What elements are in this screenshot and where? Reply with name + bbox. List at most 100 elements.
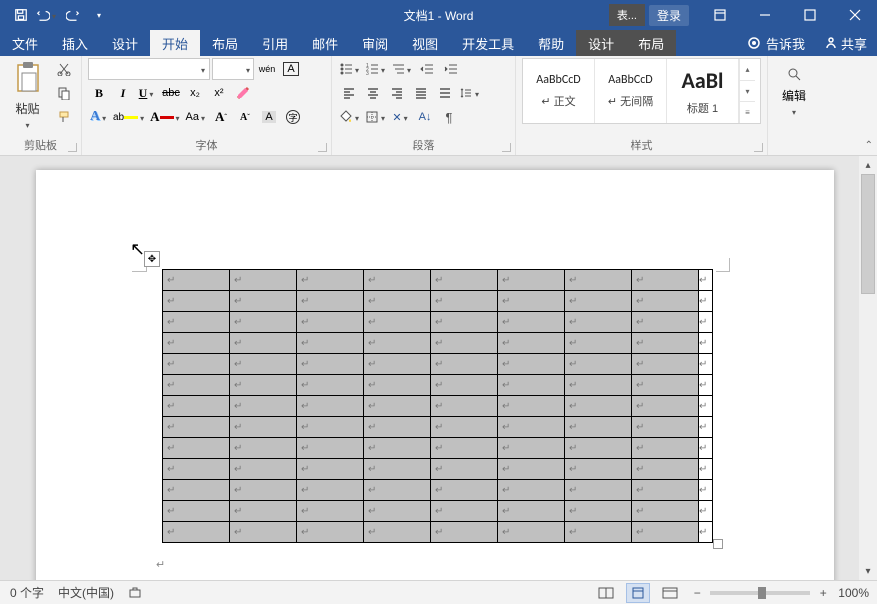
- align-left-button[interactable]: [338, 82, 360, 104]
- cut-button[interactable]: [53, 58, 75, 80]
- table-cell[interactable]: ↵: [431, 480, 498, 501]
- table-cell[interactable]: ↵: [297, 270, 364, 291]
- table-cell[interactable]: ↵: [297, 354, 364, 375]
- table-cell[interactable]: ↵: [364, 501, 431, 522]
- table-cell[interactable]: ↵: [431, 375, 498, 396]
- table-cell[interactable]: ↵: [431, 417, 498, 438]
- web-layout-button[interactable]: [658, 583, 682, 603]
- table-cell[interactable]: ↵: [431, 501, 498, 522]
- font-name-select[interactable]: [88, 58, 210, 80]
- share-button[interactable]: 共享: [815, 30, 877, 56]
- table-cell[interactable]: ↵: [230, 333, 297, 354]
- scroll-up-button[interactable]: ▴: [859, 156, 877, 174]
- table-cell[interactable]: ↵: [431, 459, 498, 480]
- maximize-button[interactable]: [787, 0, 832, 30]
- scroll-down-button[interactable]: ▾: [859, 562, 877, 580]
- table-cell[interactable]: ↵: [364, 438, 431, 459]
- table-cell[interactable]: ↵: [565, 333, 632, 354]
- table-cell[interactable]: ↵: [565, 501, 632, 522]
- table-cell[interactable]: ↵: [565, 270, 632, 291]
- zoom-level[interactable]: 100%: [838, 586, 869, 600]
- table-cell[interactable]: ↵: [498, 312, 565, 333]
- table-cell[interactable]: ↵: [297, 522, 364, 543]
- qat-customize-button[interactable]: ▾: [86, 1, 112, 29]
- scroll-thumb[interactable]: [861, 174, 875, 294]
- word-count[interactable]: 0 个字: [10, 584, 44, 601]
- print-layout-button[interactable]: [626, 583, 650, 603]
- table-cell[interactable]: ↵: [632, 459, 699, 480]
- table-cell[interactable]: ↵: [565, 438, 632, 459]
- table-cell[interactable]: ↵: [297, 417, 364, 438]
- align-right-button[interactable]: [386, 82, 408, 104]
- table-cell[interactable]: ↵: [565, 522, 632, 543]
- shrink-font-button[interactable]: Aˇ: [234, 106, 256, 128]
- shading-button[interactable]: [338, 106, 362, 128]
- table-cell[interactable]: ↵: [297, 333, 364, 354]
- styles-scroll-down[interactable]: ▾: [739, 80, 755, 102]
- bullets-button[interactable]: [338, 58, 362, 80]
- table-cell[interactable]: ↵: [498, 459, 565, 480]
- find-button[interactable]: [783, 65, 805, 83]
- table-cell[interactable]: ↵: [297, 312, 364, 333]
- zoom-slider-thumb[interactable]: [758, 587, 766, 599]
- italic-button[interactable]: I: [112, 82, 134, 104]
- zoom-out-button[interactable]: −: [690, 586, 704, 600]
- styles-expand[interactable]: ≡: [739, 101, 755, 123]
- table-cell[interactable]: ↵: [297, 396, 364, 417]
- table-cell[interactable]: ↵: [230, 270, 297, 291]
- table-cell[interactable]: ↵: [230, 354, 297, 375]
- table-cell[interactable]: ↵: [565, 291, 632, 312]
- style-item-heading1[interactable]: AaBl 标题 1: [667, 59, 739, 123]
- table-cell[interactable]: ↵: [364, 333, 431, 354]
- vertical-scrollbar[interactable]: ▴ ▾: [859, 156, 877, 580]
- table-cell[interactable]: ↵: [498, 333, 565, 354]
- table-cell[interactable]: ↵: [297, 438, 364, 459]
- redo-button[interactable]: [60, 1, 86, 29]
- table-cell[interactable]: ↵: [297, 375, 364, 396]
- table-cell[interactable]: ↵: [632, 375, 699, 396]
- align-center-button[interactable]: [362, 82, 384, 104]
- table-cell[interactable]: ↵: [230, 522, 297, 543]
- sign-in-button[interactable]: 登录: [649, 5, 689, 26]
- table-cell[interactable]: ↵: [498, 438, 565, 459]
- table-cell[interactable]: ↵: [297, 291, 364, 312]
- table-cell[interactable]: ↵: [632, 333, 699, 354]
- table-cell[interactable]: ↵: [565, 480, 632, 501]
- table-cell[interactable]: ↵: [431, 354, 498, 375]
- table-cell[interactable]: ↵: [163, 480, 230, 501]
- text-effects-button[interactable]: A: [88, 106, 110, 128]
- table-cell[interactable]: ↵: [632, 417, 699, 438]
- table-cell[interactable]: ↵: [230, 480, 297, 501]
- table-cell[interactable]: ↵: [498, 291, 565, 312]
- table-cell[interactable]: ↵: [632, 438, 699, 459]
- tab-home[interactable]: 开始: [150, 30, 200, 56]
- save-button[interactable]: [8, 1, 34, 29]
- paste-button[interactable]: [11, 58, 45, 98]
- align-distributed-button[interactable]: [434, 82, 456, 104]
- font-color-button[interactable]: A: [149, 106, 182, 128]
- table-cell[interactable]: ↵: [632, 522, 699, 543]
- table-cell[interactable]: ↵: [163, 270, 230, 291]
- close-button[interactable]: [832, 0, 877, 30]
- bold-button[interactable]: B: [88, 82, 110, 104]
- styles-gallery[interactable]: AaBbCcD ↵ 正文 AaBbCcD ↵ 无间隔 AaBl 标题 1 ▴ ▾…: [522, 58, 761, 124]
- char-shading-button[interactable]: A: [258, 106, 280, 128]
- table[interactable]: ↖ ✥ ↵↵↵↵↵↵↵↵↵↵↵↵↵↵↵↵↵↵↵↵↵↵↵↵↵↵↵↵↵↵↵↵↵↵↵↵…: [162, 269, 713, 543]
- table-cell[interactable]: ↵: [163, 354, 230, 375]
- highlight-button[interactable]: ab: [112, 106, 147, 128]
- increase-indent-button[interactable]: [440, 58, 462, 80]
- table-cell[interactable]: ↵: [230, 291, 297, 312]
- tab-mailings[interactable]: 邮件: [300, 30, 350, 56]
- tab-design[interactable]: 设计: [100, 30, 150, 56]
- table-cell[interactable]: ↵: [364, 354, 431, 375]
- table-cell[interactable]: ↵: [163, 417, 230, 438]
- borders-button[interactable]: [364, 106, 388, 128]
- table-resize-handle[interactable]: [713, 539, 723, 549]
- table-cell[interactable]: ↵: [230, 396, 297, 417]
- sort-button[interactable]: A↓: [414, 106, 436, 128]
- table-cell[interactable]: ↵: [431, 333, 498, 354]
- decrease-indent-button[interactable]: [416, 58, 438, 80]
- char-border-button[interactable]: A: [280, 58, 302, 80]
- superscript-button[interactable]: x²: [208, 82, 230, 104]
- tab-view[interactable]: 视图: [400, 30, 450, 56]
